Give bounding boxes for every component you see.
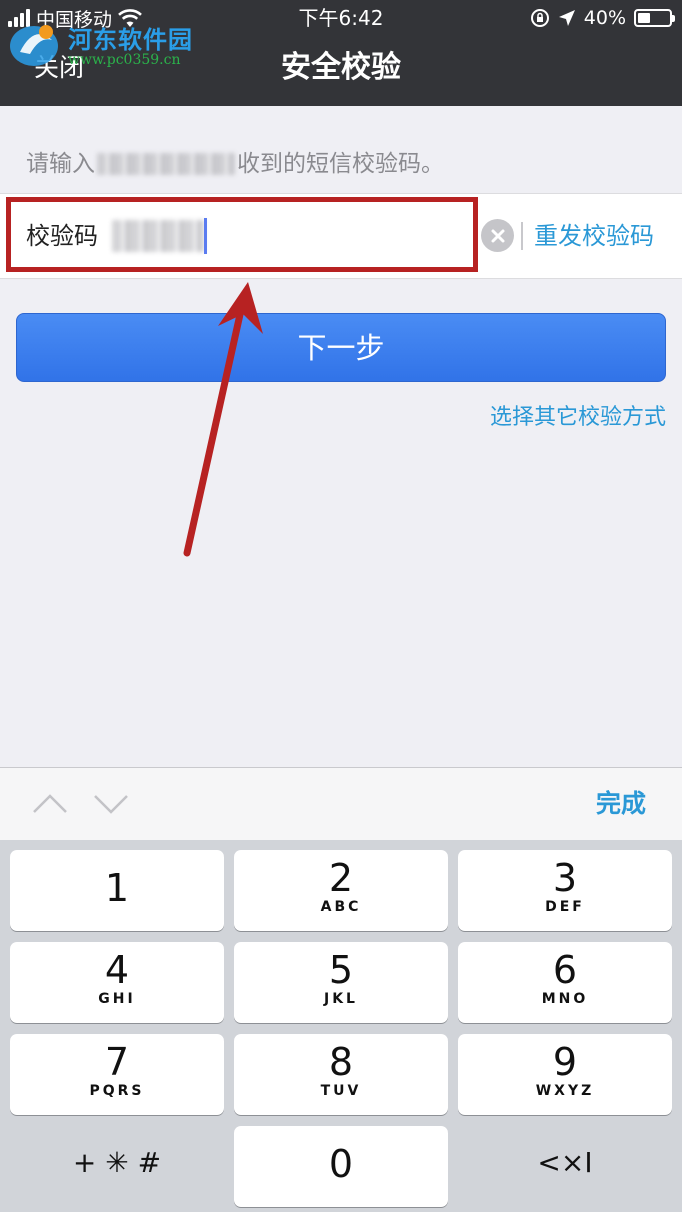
clear-icon: [491, 229, 504, 242]
rotation-lock-icon: [530, 9, 549, 27]
key-letters: GHI: [98, 991, 136, 1007]
key-letters: TUV: [320, 1083, 362, 1099]
key-0[interactable]: 0: [234, 1126, 448, 1207]
done-button[interactable]: 完成: [596, 786, 646, 822]
key-2[interactable]: 2 ABC: [234, 850, 448, 931]
next-step-button[interactable]: 下一步: [16, 313, 666, 382]
sms-hint: 请输入 收到的短信校验码。: [26, 146, 444, 182]
key-number: 0: [328, 1142, 354, 1186]
next-field-icon[interactable]: [93, 790, 129, 816]
key-number: 2: [328, 856, 354, 900]
other-verification-link[interactable]: 选择其它校验方式: [490, 401, 666, 435]
code-input[interactable]: [112, 220, 204, 252]
key-9[interactable]: 9 WXYZ: [458, 1034, 672, 1115]
symbols-key[interactable]: + ✳ #: [10, 1122, 224, 1203]
status-right: 40%: [530, 4, 675, 32]
hint-suffix: 收到的短信校验码。: [237, 151, 444, 177]
key-8[interactable]: 8 TUV: [234, 1034, 448, 1115]
divider: [521, 222, 523, 250]
key-number: 8: [328, 1040, 354, 1084]
key-number: 5: [328, 948, 354, 992]
key-7[interactable]: 7 PQRS: [10, 1034, 224, 1115]
key-3[interactable]: 3 DEF: [458, 850, 672, 931]
clear-input-button[interactable]: [481, 219, 514, 252]
location-icon: [558, 10, 575, 26]
key-letters: MNO: [541, 991, 589, 1007]
key-letters: ABC: [320, 899, 362, 915]
key-letters: PQRS: [89, 1083, 145, 1099]
code-label: 校验码: [26, 222, 98, 250]
key-letters: WXYZ: [535, 1083, 595, 1099]
key-number: 3: [552, 856, 578, 900]
hint-prefix: 请输入: [26, 151, 95, 177]
previous-field-icon[interactable]: [32, 790, 68, 816]
keyboard-accessory-bar: 完成: [0, 767, 682, 840]
page-title: 安全校验: [281, 50, 401, 85]
key-letters: DEF: [545, 899, 585, 915]
key-5[interactable]: 5 JKL: [234, 942, 448, 1023]
top-bar: 中国移动 下午6:42 40% 关闭 安全校验: [0, 0, 682, 106]
key-1[interactable]: 1: [10, 850, 224, 931]
key-number: 9: [552, 1040, 578, 1084]
resend-code-button[interactable]: 重发校验码: [534, 218, 654, 254]
key-number: 4: [104, 948, 130, 992]
key-letters: JKL: [324, 991, 358, 1007]
key-number: 1: [104, 866, 130, 910]
battery-percent: 40%: [583, 7, 626, 29]
key-6[interactable]: 6 MNO: [458, 942, 672, 1023]
battery-icon: [634, 9, 675, 27]
masked-phone-number: [97, 153, 235, 175]
key-number: 7: [104, 1040, 130, 1084]
delete-key[interactable]: <×I: [458, 1122, 672, 1203]
text-caret: [204, 218, 207, 254]
numeric-keypad: 1 2 ABC 3 DEF 4 GHI 5 JKL 6 MNO 7 PQRS 8…: [0, 840, 682, 1212]
key-number: 6: [552, 948, 578, 992]
key-4[interactable]: 4 GHI: [10, 942, 224, 1023]
